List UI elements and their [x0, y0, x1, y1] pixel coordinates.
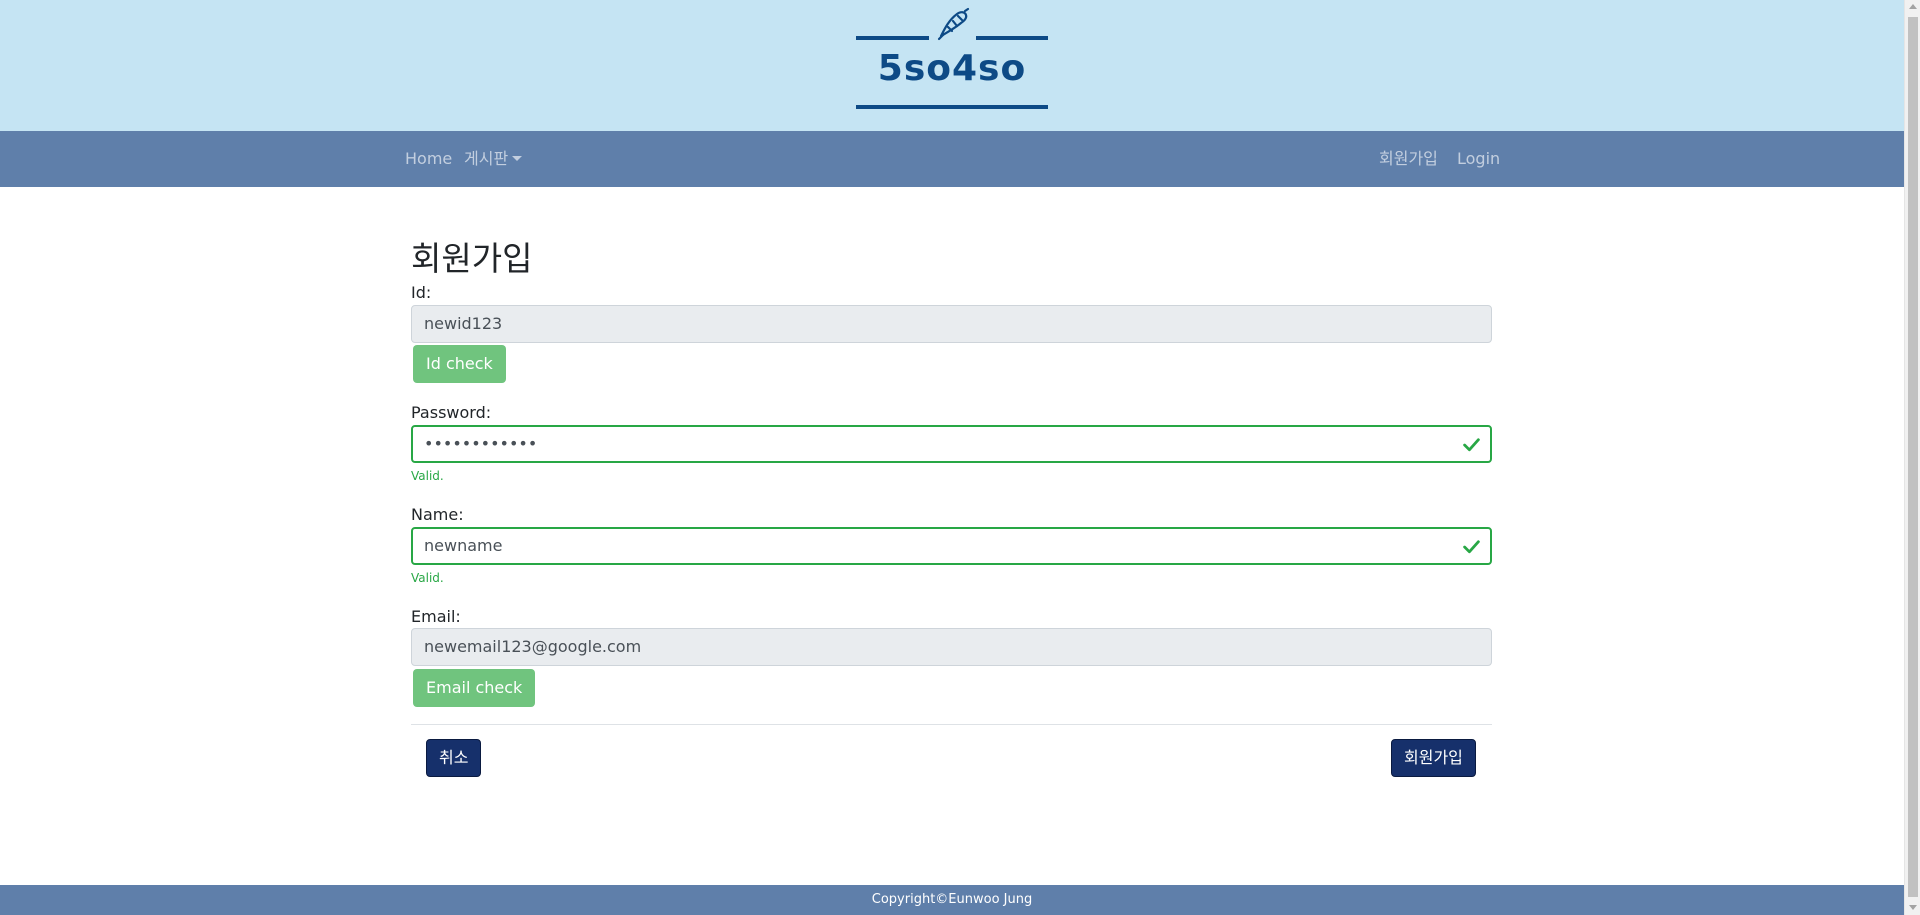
chevron-down-icon	[512, 156, 523, 161]
header-banner: 5so4so	[0, 0, 1904, 131]
id-label: Id:	[411, 283, 432, 302]
scroll-thumb[interactable]	[1908, 17, 1918, 897]
email-check-button[interactable]: Email check	[413, 669, 536, 707]
nav-signup-link[interactable]: 회원가입	[1379, 131, 1438, 187]
brand-title: 5so4so	[877, 48, 1027, 89]
email-field[interactable]: newemail123@google.com	[411, 628, 1492, 666]
copyright-text: Copyright©Eunwoo Jung	[871, 892, 1033, 907]
brand-logo[interactable]: 5so4so	[856, 0, 1048, 131]
footer: Copyright©Eunwoo Jung	[0, 885, 1904, 915]
brand-line-right	[976, 36, 1048, 40]
check-icon	[1463, 438, 1480, 452]
brand-line-left	[856, 36, 929, 40]
check-icon	[1463, 540, 1480, 554]
scroll-down-arrow-icon[interactable]	[1909, 905, 1917, 910]
nav-login-link[interactable]: Login	[1457, 131, 1500, 187]
password-value: ••••••••••••	[424, 434, 538, 453]
name-value: newname	[424, 536, 503, 555]
email-label: Email:	[411, 607, 461, 626]
nav-board-label: 게시판	[464, 149, 509, 168]
signup-submit-button[interactable]: 회원가입	[1391, 739, 1476, 777]
cancel-button[interactable]: 취소	[426, 739, 482, 777]
id-field[interactable]: newid123	[411, 305, 1492, 343]
password-label: Password:	[411, 403, 492, 422]
name-field[interactable]: newname	[411, 527, 1492, 565]
nav-board-dropdown[interactable]: 게시판	[464, 131, 523, 187]
form-divider	[411, 724, 1492, 725]
email-value: newemail123@google.com	[424, 637, 642, 656]
password-valid-feedback: Valid.	[411, 469, 444, 483]
id-check-button[interactable]: Id check	[413, 345, 506, 383]
scroll-up-arrow-icon[interactable]	[1909, 4, 1917, 9]
id-value: newid123	[424, 314, 503, 333]
name-valid-feedback: Valid.	[411, 571, 444, 585]
page-title: 회원가입	[411, 239, 533, 278]
brand-line-bottom	[856, 105, 1048, 109]
name-label: Name:	[411, 505, 464, 524]
password-field[interactable]: ••••••••••••	[411, 425, 1492, 463]
navbar: Home 게시판 회원가입 Login	[0, 131, 1904, 187]
page-scrollbar[interactable]	[1904, 0, 1920, 915]
croissant-icon	[937, 7, 970, 41]
nav-home-link[interactable]: Home	[405, 131, 452, 187]
